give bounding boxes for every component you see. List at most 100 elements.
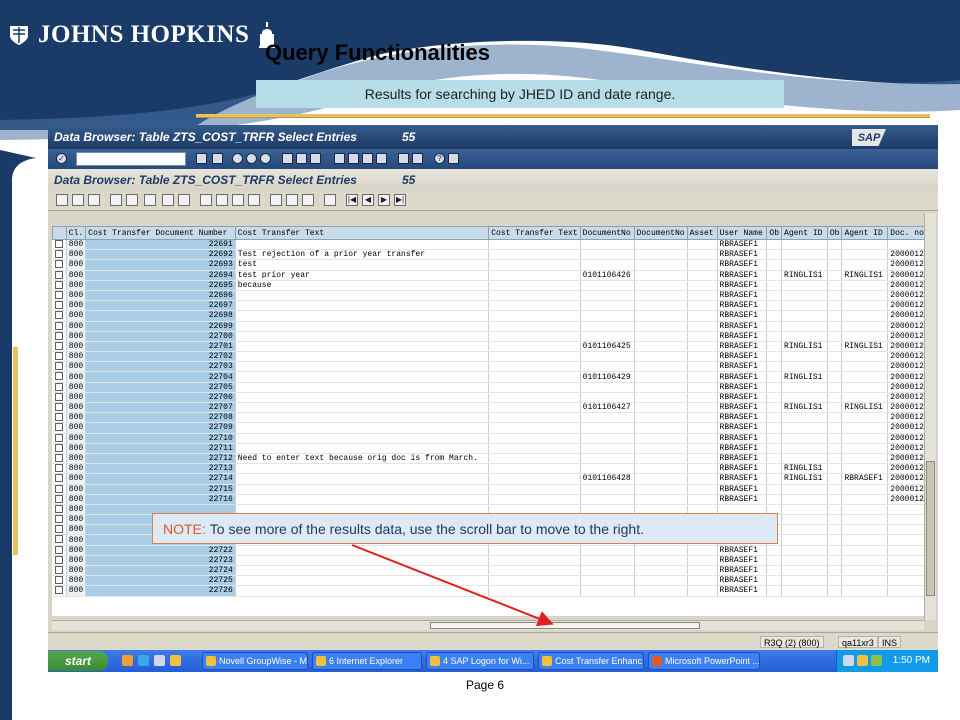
exit-icon[interactable] (246, 153, 257, 164)
row-checkbox[interactable] (52, 310, 67, 322)
vertical-scrollbar[interactable] (924, 213, 936, 620)
next-row-icon[interactable]: ▶ (378, 194, 390, 206)
row-checkbox[interactable] (52, 361, 67, 373)
back-nav-icon[interactable] (232, 153, 243, 164)
table-row[interactable]: 800 22702 RBRASEF1 2000012 (52, 351, 932, 363)
check-icon[interactable] (56, 194, 68, 206)
quicklaunch-icon[interactable] (122, 655, 133, 666)
table-row[interactable]: 800 22714 0101106428 RBRASEF1 RINGLIS1 RBRASE… (52, 473, 932, 485)
row-checkbox[interactable] (52, 300, 67, 312)
row-checkbox[interactable] (52, 575, 67, 587)
table-row[interactable]: 800 22699 RBRASEF1 2000012 (52, 321, 932, 332)
row-checkbox[interactable] (52, 371, 67, 383)
row-checkbox[interactable] (52, 259, 67, 271)
previous-page-icon[interactable] (348, 153, 359, 164)
desktop-icon[interactable] (154, 655, 165, 666)
first-row-icon[interactable]: |◀ (346, 194, 358, 206)
table-view-icon[interactable] (126, 194, 138, 206)
table-row[interactable]: 800 22706 RBRASEF1 2000012 (52, 392, 932, 404)
find-next-icon[interactable] (310, 153, 321, 164)
task-cost-transfer[interactable]: Cost Transfer Enhanc... (538, 652, 644, 670)
shortcut-icon[interactable] (412, 153, 423, 164)
internet-explorer-icon[interactable] (138, 655, 149, 666)
column-header[interactable]: Asset (686, 226, 718, 240)
table-row[interactable]: 800 22695 because RBRASEF1 2000012 (52, 280, 932, 291)
row-checkbox[interactable] (52, 412, 67, 424)
magnifier-icon[interactable] (72, 194, 84, 206)
table-row[interactable]: 800 22716 RBRASEF1 2000012 (52, 494, 932, 505)
row-checkbox[interactable] (52, 524, 67, 536)
column-header[interactable]: DocumentNo (579, 226, 635, 240)
table-row[interactable]: 800 22692 Test rejection of a prior year t… (52, 249, 932, 261)
print-icon[interactable] (282, 153, 293, 164)
details-icon[interactable] (88, 194, 100, 206)
row-checkbox[interactable] (52, 534, 67, 546)
column-header[interactable]: Cost Transfer Document Number (85, 226, 236, 240)
row-checkbox[interactable] (52, 514, 67, 526)
row-checkbox[interactable] (52, 484, 67, 495)
tray-network-icon[interactable] (843, 655, 854, 666)
row-checkbox[interactable] (52, 290, 67, 302)
row-checkbox[interactable] (52, 453, 67, 465)
task-powerpoint[interactable]: Microsoft PowerPoint ... (648, 652, 760, 670)
select-all-header[interactable] (52, 226, 67, 240)
new-session-icon[interactable] (398, 153, 409, 164)
layout-icon[interactable] (448, 153, 459, 164)
table-row[interactable]: 800 22710 RBRASEF1 2000012 (52, 433, 932, 444)
row-checkbox[interactable] (52, 585, 67, 597)
table-row[interactable]: 800 22712 Need to enter text because orig … (52, 453, 932, 465)
local-file-icon[interactable] (248, 194, 260, 206)
row-checkbox[interactable] (52, 249, 67, 261)
change-layout-icon[interactable] (286, 194, 298, 206)
table-row[interactable]: 800 22707 0101106427 RBRASEF1 RINGLIS1 RINGLI… (52, 402, 932, 414)
row-checkbox[interactable] (52, 382, 67, 393)
first-page-icon[interactable] (334, 153, 345, 164)
table-row[interactable]: 800 22726 RBRASEF1 (52, 585, 932, 597)
row-checkbox[interactable] (52, 443, 67, 454)
back-icon[interactable] (196, 153, 207, 164)
print-preview-icon[interactable] (144, 194, 156, 206)
save-layout-icon[interactable] (302, 194, 314, 206)
next-page-icon[interactable] (362, 153, 373, 164)
row-checkbox[interactable] (52, 433, 67, 444)
choose-layout-icon[interactable] (270, 194, 282, 206)
help-icon[interactable]: ? (434, 153, 445, 164)
row-checkbox[interactable] (52, 239, 67, 251)
table-row[interactable]: 800 22693 test RBRASEF1 2000012 (52, 259, 932, 271)
word-processing-icon[interactable] (216, 194, 228, 206)
cancel-icon[interactable] (260, 153, 271, 164)
table-row[interactable]: 800 22696 RBRASEF1 2000012 (52, 290, 932, 302)
prev-row-icon[interactable]: ◀ (362, 194, 374, 206)
media-icon[interactable] (170, 655, 181, 666)
task-groupwise[interactable]: Novell GroupWise - M... (202, 652, 308, 670)
table-row[interactable]: 800 22722 RBRASEF1 (52, 545, 932, 556)
columns-icon[interactable] (324, 194, 336, 206)
table-row[interactable]: 800 22691 RBRASEF1 (52, 239, 932, 251)
column-header[interactable]: Agent ID (781, 226, 828, 240)
row-checkbox[interactable] (52, 270, 67, 281)
row-checkbox[interactable] (52, 321, 67, 332)
export-icon[interactable] (200, 194, 212, 206)
column-header[interactable]: Ob (826, 226, 843, 240)
row-checkbox[interactable] (52, 504, 67, 516)
table-row[interactable]: 800 22703 RBRASEF1 2000012 (52, 361, 932, 373)
column-header[interactable]: DocumentNo (633, 226, 688, 240)
row-checkbox[interactable] (52, 280, 67, 291)
command-field[interactable] (76, 152, 186, 166)
column-header[interactable]: Ob (766, 226, 783, 240)
row-checkbox[interactable] (52, 494, 67, 505)
row-checkbox[interactable] (52, 422, 67, 434)
find-icon[interactable] (296, 153, 307, 164)
vertical-scroll-thumb[interactable] (926, 461, 935, 596)
table-row[interactable]: 800 22713 RBRASEF1 RINGLIS1 2000012 (52, 463, 932, 475)
table-row[interactable]: 800 22715 RBRASEF1 2000012 (52, 484, 932, 495)
last-row-icon[interactable]: ▶| (394, 194, 406, 206)
tray-security-icon[interactable] (871, 655, 882, 666)
table-row[interactable]: 800 22704 0101106429 RBRASEF1 RINGLIS1 200001… (52, 371, 932, 383)
row-checkbox[interactable] (52, 565, 67, 577)
tray-volume-icon[interactable] (857, 655, 868, 666)
row-checkbox[interactable] (52, 392, 67, 404)
table-row[interactable]: 800 22698 RBRASEF1 2000012 (52, 310, 932, 322)
document-icon[interactable] (110, 194, 122, 206)
column-header[interactable]: Agent ID (841, 226, 889, 240)
